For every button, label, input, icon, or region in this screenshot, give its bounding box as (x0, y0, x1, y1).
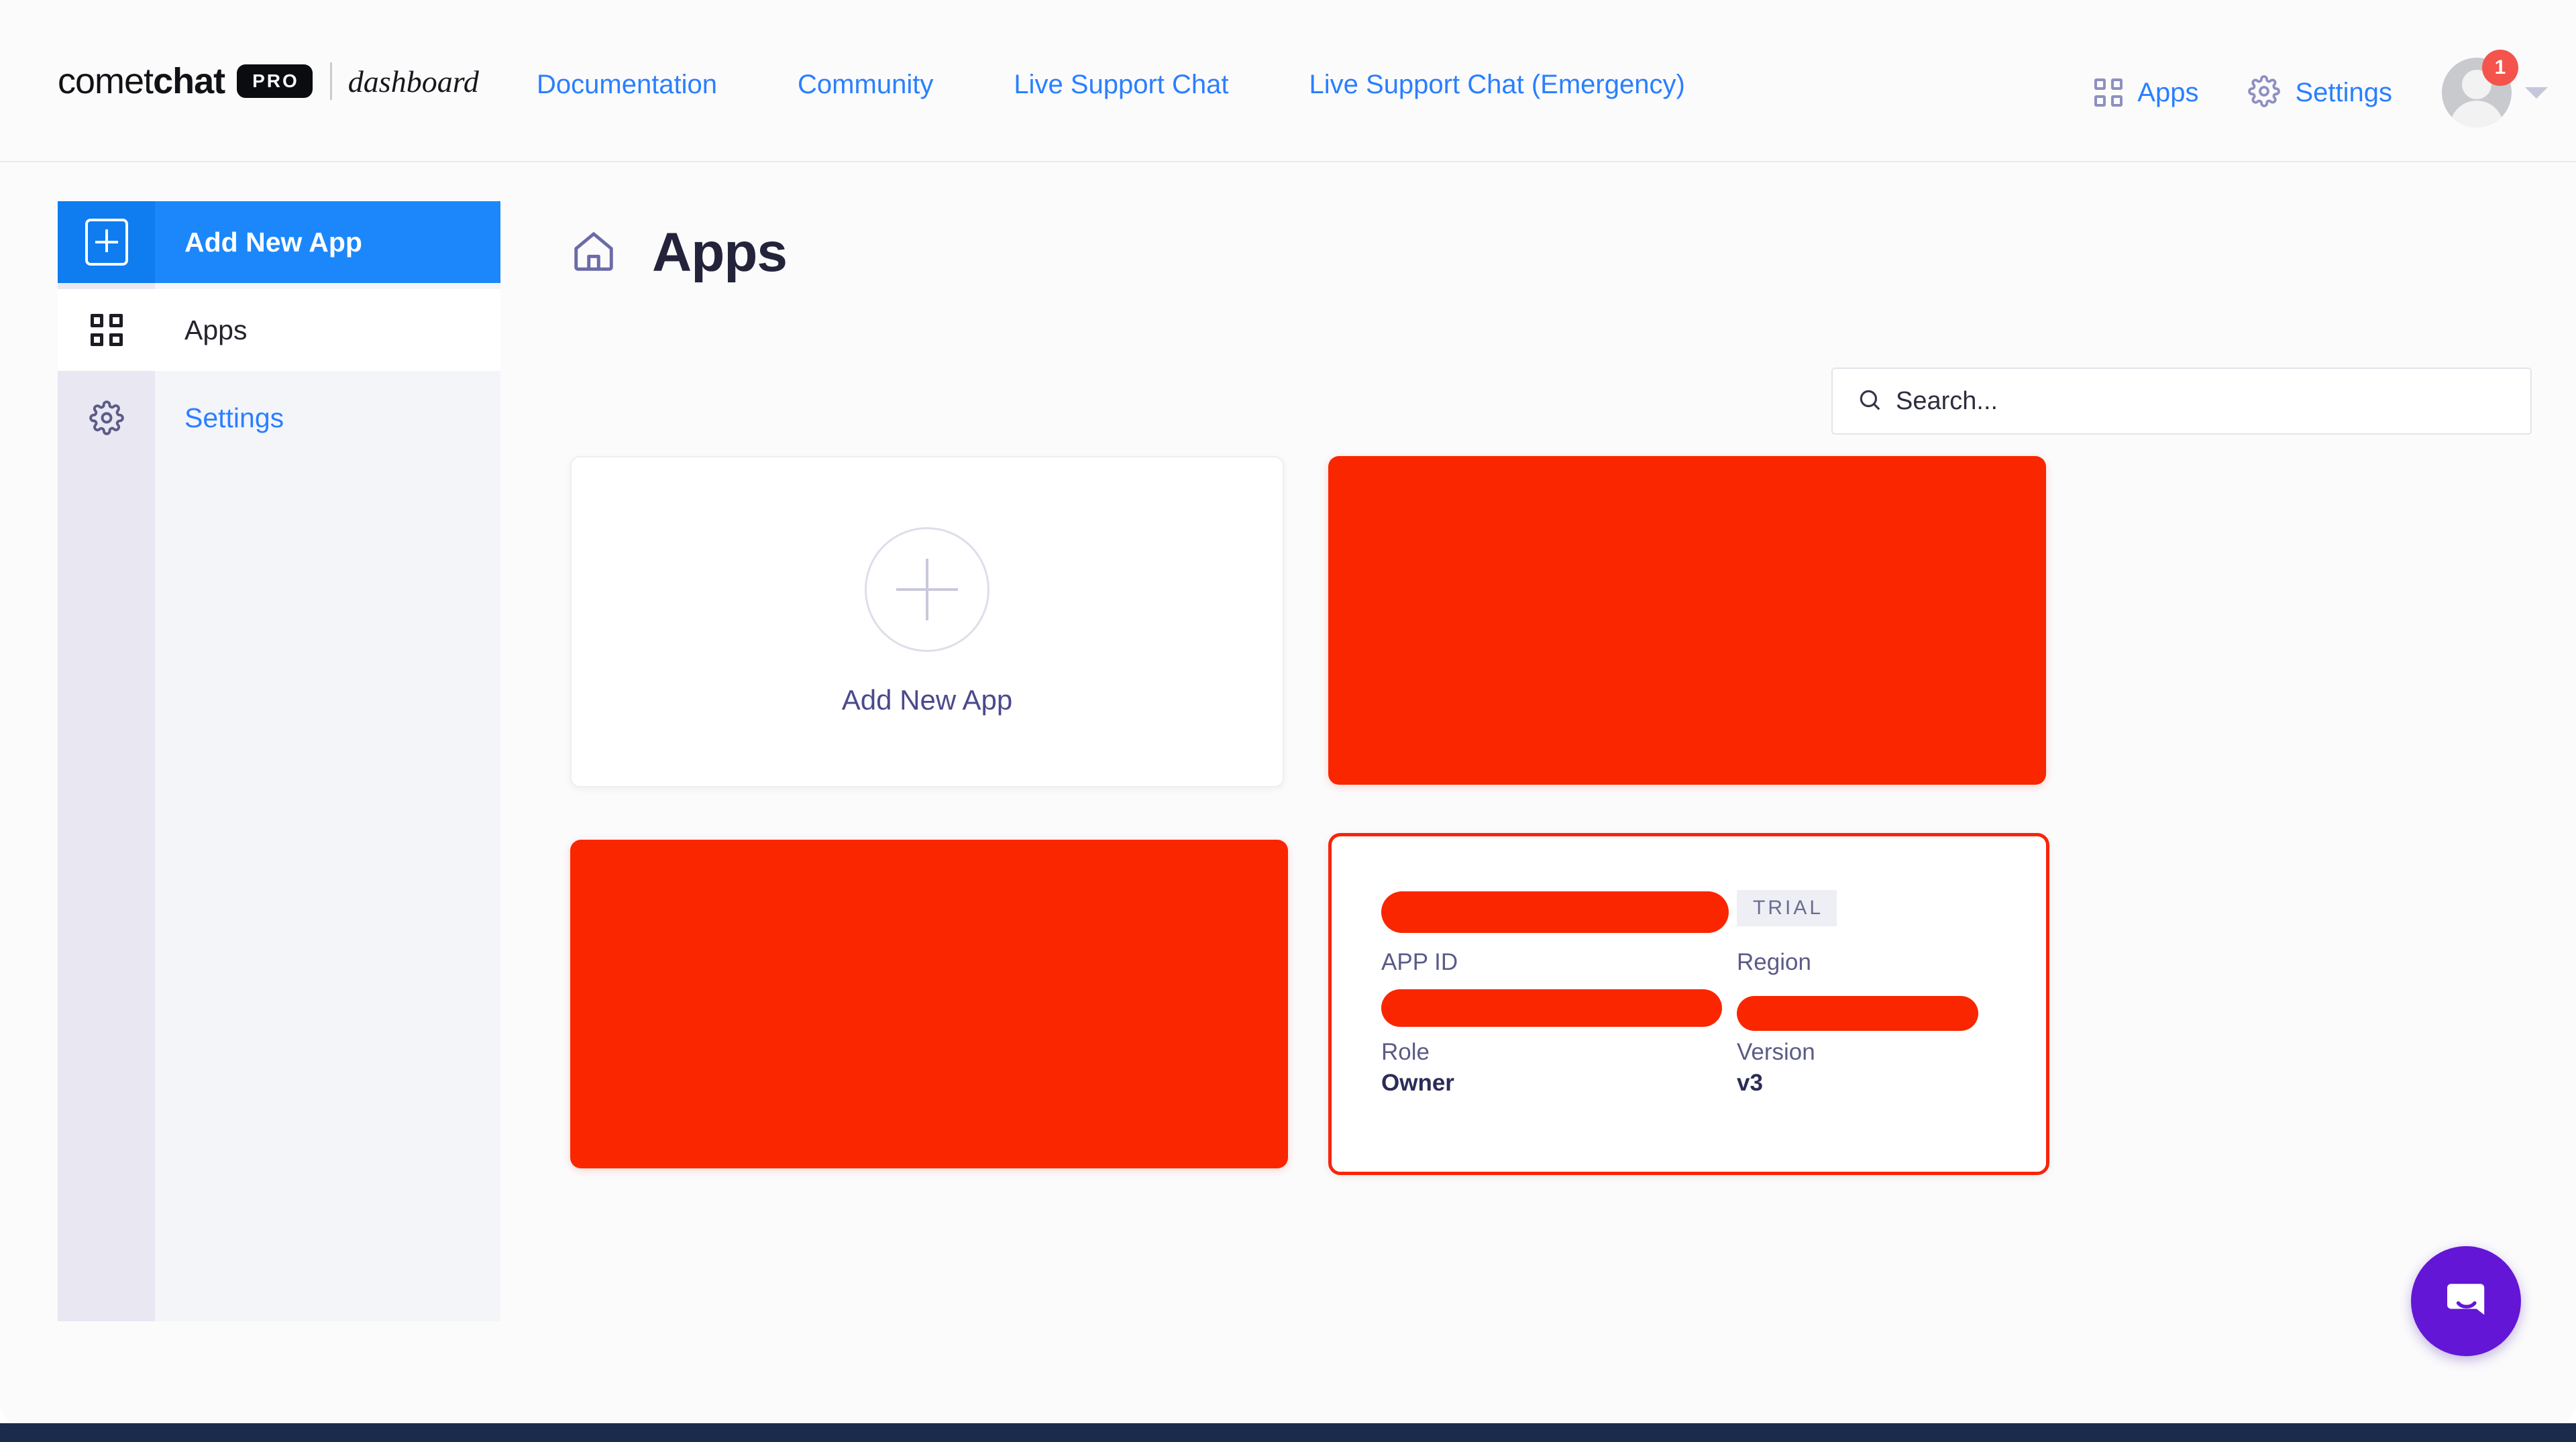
page-header: Apps (570, 221, 787, 284)
avatar[interactable]: 1 (2442, 58, 2512, 127)
nav-link-live-support-chat[interactable]: Live Support Chat (1014, 70, 1228, 100)
app-card-selected[interactable]: TRIAL APP ID Region Role Version Owner v… (1328, 833, 2049, 1175)
pro-badge: PRO (237, 64, 313, 98)
field-label-region: Region (1737, 949, 1811, 976)
topbar-apps-button[interactable]: Apps (2094, 78, 2198, 108)
page-title: Apps (652, 221, 787, 284)
topbar-apps-label: Apps (2137, 78, 2198, 108)
grid-icon (2094, 78, 2123, 107)
status-badge: TRIAL (1737, 890, 1837, 926)
app-card-redacted[interactable] (570, 840, 1288, 1168)
brand-word-light: comet (58, 61, 153, 101)
topbar-settings-button[interactable]: Settings (2248, 75, 2392, 111)
annotation-arrow-icon (2549, 932, 2576, 1133)
search-icon (1857, 387, 1882, 416)
app-name-redacted (1381, 891, 1729, 933)
nav-link-community[interactable]: Community (798, 70, 933, 100)
sidebar-item-label-settings: Settings (184, 402, 284, 434)
field-label-app-id: APP ID (1381, 949, 1458, 976)
top-bar: cometchat PRO dashboard Documentation Co… (0, 0, 2576, 162)
page-surface: cometchat PRO dashboard Documentation Co… (0, 0, 2576, 1426)
chevron-down-icon[interactable] (2525, 87, 2548, 99)
brand-logo[interactable]: cometchat PRO dashboard (58, 59, 479, 103)
brand-word-heavy: chat (153, 61, 225, 101)
add-new-app-card-label: Add New App (842, 684, 1013, 716)
topbar-settings-label: Settings (2295, 78, 2392, 108)
field-label-version: Version (1737, 1039, 1815, 1066)
gear-icon (58, 377, 155, 459)
chat-bubble-icon (2437, 1272, 2495, 1330)
top-navigation: Documentation Community Live Support Cha… (537, 70, 1685, 100)
search-input[interactable]: Search... (1831, 368, 2532, 435)
field-label-role: Role (1381, 1039, 1430, 1066)
field-value-version: v3 (1737, 1070, 1763, 1097)
search-placeholder: Search... (1896, 387, 1998, 416)
region-redacted (1737, 996, 1978, 1031)
sidebar: Add New App Apps Settings (58, 201, 500, 1321)
top-right-actions: Apps Settings 1 (2094, 58, 2548, 127)
home-icon (570, 228, 617, 278)
sidebar-item-add-new-app[interactable]: Add New App (58, 201, 500, 283)
sidebar-item-settings[interactable]: Settings (58, 377, 500, 459)
sidebar-item-label-apps: Apps (184, 315, 247, 346)
sidebar-item-label-add-new-app: Add New App (184, 227, 362, 258)
sidebar-item-apps[interactable]: Apps (58, 289, 500, 371)
nav-link-documentation[interactable]: Documentation (537, 70, 717, 100)
brand-divider (330, 62, 332, 100)
plus-square-icon (58, 201, 155, 283)
grid-icon (58, 289, 155, 371)
gear-icon (2248, 75, 2280, 111)
circle-plus-icon (865, 527, 989, 652)
brand-subtitle: dashboard (348, 64, 479, 99)
intercom-launcher-button[interactable] (2411, 1246, 2521, 1356)
notification-badge: 1 (2482, 50, 2518, 86)
field-value-role: Owner (1381, 1070, 1454, 1097)
nav-link-live-support-chat-emergency[interactable]: Live Support Chat (Emergency) (1309, 70, 1685, 100)
app-card-redacted[interactable] (1328, 456, 2046, 785)
brand-wordmark: cometchat (58, 60, 225, 102)
window-bottom-edge (0, 1423, 2576, 1442)
add-new-app-card[interactable]: Add New App (570, 456, 1284, 787)
app-id-redacted (1381, 989, 1722, 1027)
